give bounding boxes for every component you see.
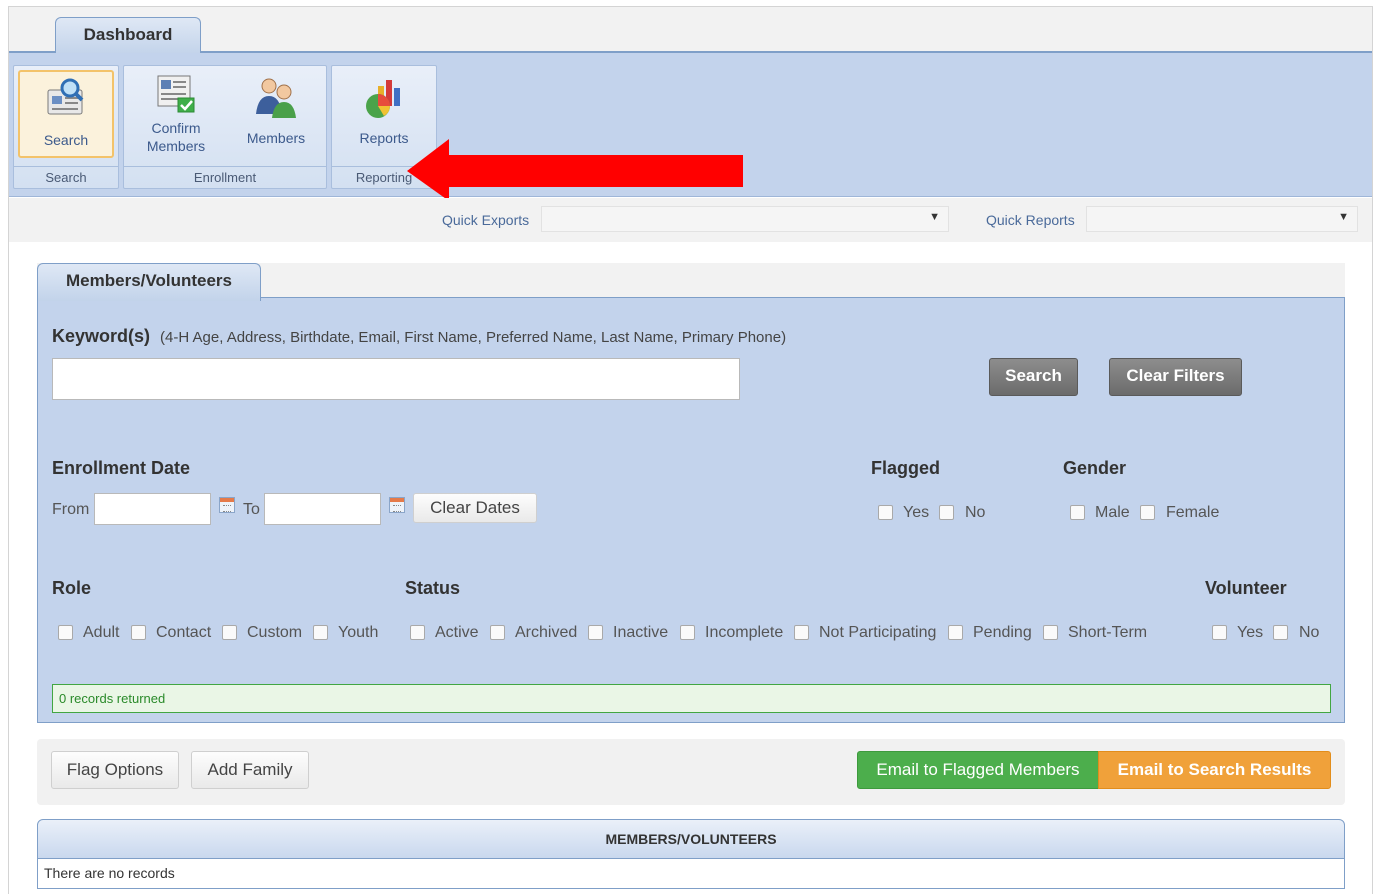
tab-members-volunteers[interactable]: Members/Volunteers: [37, 263, 261, 301]
calendar-icon[interactable]: [219, 497, 235, 513]
volunteer-no-label: No: [1299, 624, 1320, 641]
flag-options-button[interactable]: Flag Options: [51, 751, 179, 789]
status-active-label: Active: [435, 624, 479, 641]
members-ribbon-button[interactable]: Members: [232, 70, 320, 158]
status-active-checkbox[interactable]: [410, 625, 425, 640]
calendar-icon[interactable]: [389, 497, 405, 513]
role-custom-checkbox[interactable]: [222, 625, 237, 640]
role-adult-checkbox[interactable]: [58, 625, 73, 640]
search-ribbon-label: Search: [43, 132, 89, 148]
role-heading: Role: [52, 578, 92, 598]
flagged-no-checkbox[interactable]: [939, 505, 954, 520]
volunteer-yes-label: Yes: [1237, 624, 1264, 641]
flagged-no-label: No: [965, 504, 986, 521]
status-inactive-checkbox[interactable]: [588, 625, 603, 640]
search-button[interactable]: Search: [989, 358, 1078, 396]
quick-exports-label: Quick Exports: [442, 212, 530, 228]
email-flagged-members-button[interactable]: Email to Flagged Members: [857, 751, 1099, 789]
role-contact-label: Contact: [156, 624, 212, 641]
members-grid-empty: There are no records: [37, 859, 1345, 889]
quick-bar: Quick Exports ▼ Quick Reports ▼: [9, 198, 1372, 242]
confirm-members-icon: [157, 75, 195, 113]
status-inactive-label: Inactive: [613, 624, 669, 641]
status-incomplete-checkbox[interactable]: [680, 625, 695, 640]
clear-dates-button[interactable]: Clear Dates: [413, 493, 537, 523]
status-pending-label: Pending: [973, 624, 1032, 641]
status-short-term-checkbox[interactable]: [1043, 625, 1058, 640]
to-date-input[interactable]: [264, 493, 381, 525]
top-tab-bar: Dashboard: [9, 7, 1372, 55]
flagged-heading: Flagged: [871, 458, 941, 478]
dropdown-caret-icon: ▼: [929, 211, 940, 223]
confirm-label-line1: Confirm: [151, 120, 201, 136]
keyword-input[interactable]: [52, 358, 740, 400]
gender-female-label: Female: [1166, 504, 1220, 521]
add-family-button[interactable]: Add Family: [191, 751, 309, 789]
reports-icon: [366, 80, 400, 118]
keyword-hint: (4-H Age, Address, Birthdate, Email, Fir…: [160, 329, 787, 346]
keyword-label: Keyword(s): [52, 326, 151, 346]
ribbon-toolbar: Search Search Confirm Members Members En…: [9, 53, 1372, 201]
members-filter-panel: Keyword(s) (4-H Age, Address, Birthdate,…: [37, 298, 1345, 723]
gender-male-label: Male: [1095, 504, 1130, 521]
volunteer-heading: Volunteer: [1205, 578, 1287, 598]
status-incomplete-label: Incomplete: [705, 624, 784, 641]
gender-heading: Gender: [1063, 458, 1127, 478]
search-ribbon-button[interactable]: Search: [18, 70, 114, 158]
status-pending-checkbox[interactable]: [948, 625, 963, 640]
flagged-yes-label: Yes: [903, 504, 930, 521]
members-ribbon-label: Members: [246, 130, 306, 146]
from-label: From: [52, 501, 90, 518]
quick-exports-select[interactable]: ▼: [541, 206, 949, 232]
dropdown-caret-icon: ▼: [1338, 211, 1349, 223]
tab-dashboard[interactable]: Dashboard: [55, 17, 201, 55]
to-label: To: [243, 501, 260, 518]
status-short-term-label: Short-Term: [1068, 624, 1148, 641]
gender-female-checkbox[interactable]: [1140, 505, 1155, 520]
ribbon-group-search: Search Search: [13, 65, 119, 189]
role-youth-checkbox[interactable]: [313, 625, 328, 640]
app-frame: Dashboard Search Search Confirm Members …: [8, 6, 1373, 894]
flagged-yes-checkbox[interactable]: [878, 505, 893, 520]
from-date-input[interactable]: [94, 493, 211, 525]
quick-reports-select[interactable]: ▼: [1086, 206, 1358, 232]
status-not-participating-checkbox[interactable]: [794, 625, 809, 640]
ribbon-group-enrollment: Confirm Members Members Enrollment: [123, 65, 327, 189]
confirm-members-ribbon-button[interactable]: Confirm Members: [132, 70, 220, 158]
search-icon: [47, 78, 84, 115]
role-adult-label: Adult: [83, 624, 120, 641]
enrollment-group-label: Enrollment: [124, 166, 326, 188]
volunteer-no-checkbox[interactable]: [1273, 625, 1288, 640]
search-group-label: Search: [14, 166, 118, 188]
enrollment-date-heading: Enrollment Date: [52, 458, 191, 478]
role-contact-checkbox[interactable]: [131, 625, 146, 640]
role-custom-label: Custom: [247, 624, 303, 641]
gender-male-checkbox[interactable]: [1070, 505, 1085, 520]
status-archived-label: Archived: [515, 624, 578, 641]
status-archived-checkbox[interactable]: [490, 625, 505, 640]
status-not-participating-label: Not Participating: [819, 624, 937, 641]
confirm-label-line2: Members: [146, 138, 206, 154]
quick-reports-label: Quick Reports: [986, 212, 1075, 228]
volunteer-yes-checkbox[interactable]: [1212, 625, 1227, 640]
actions-bar: Flag Options Add Family Email to Flagged…: [37, 739, 1345, 805]
records-status: 0 records returned: [52, 684, 1331, 713]
status-heading: Status: [405, 578, 461, 598]
members-grid-header: MEMBERS/VOLUNTEERS: [37, 819, 1345, 859]
email-search-results-button[interactable]: Email to Search Results: [1098, 751, 1331, 789]
red-arrow-icon: [407, 139, 743, 201]
members-icon: [256, 78, 296, 118]
role-youth-label: Youth: [338, 624, 379, 641]
clear-filters-button[interactable]: Clear Filters: [1109, 358, 1242, 396]
